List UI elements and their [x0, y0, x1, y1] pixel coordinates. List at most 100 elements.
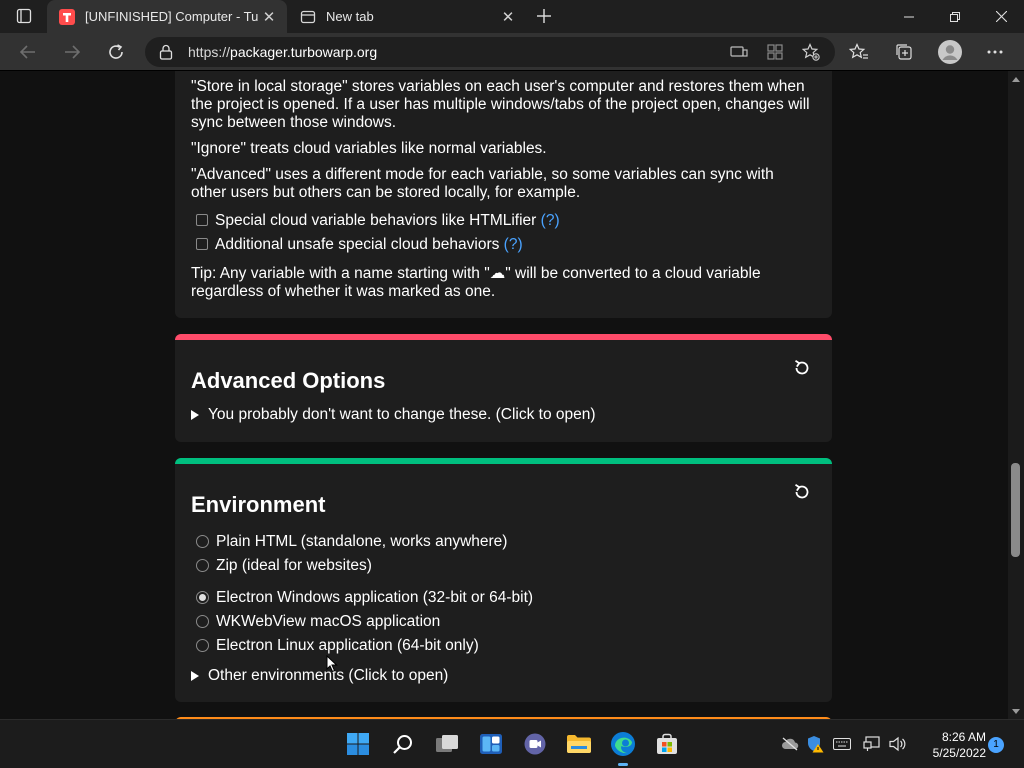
keyboard-icon[interactable] [832, 734, 852, 754]
radio-label-electron-linux[interactable]: Electron Linux application (64-bit only) [216, 637, 479, 655]
notification-badge[interactable]: 1 [988, 737, 1004, 753]
radio-label-zip[interactable]: Zip (ideal for websites) [216, 557, 372, 575]
help-link[interactable]: (?) [541, 212, 560, 229]
clock[interactable]: 8:26 AM 5/25/2022 [912, 729, 986, 761]
collections-button[interactable] [888, 37, 920, 67]
plus-icon [537, 9, 551, 23]
store-bag-icon [657, 733, 677, 754]
url-host: packager.turbowarp.org [230, 44, 378, 60]
section-accent-bar [175, 458, 832, 464]
more-dots-icon [987, 50, 1003, 54]
tab-title: New tab [326, 9, 374, 24]
settings-menu-button[interactable] [979, 37, 1011, 67]
url-text[interactable]: https://packager.turbowarp.org [188, 44, 377, 60]
advanced-options-section: Advanced Options You probably don't want… [175, 334, 832, 442]
profile-button[interactable] [934, 37, 966, 67]
radio-plain-html[interactable] [196, 535, 209, 548]
disclosure-summary: You probably don't want to change these.… [208, 406, 596, 423]
app-available-icon[interactable] [726, 40, 752, 64]
cloud-variables-section: "Store in local storage" stores variable… [175, 71, 832, 318]
advanced-description: "Advanced" uses a different mode for eac… [191, 166, 774, 201]
widgets-button[interactable] [475, 728, 507, 760]
unsafe-cloud-behaviors-label[interactable]: Additional unsafe special cloud behavior… [215, 236, 523, 254]
scroll-down-arrow-icon[interactable] [1012, 709, 1020, 714]
page-scrollbar[interactable] [1008, 71, 1024, 719]
restore-button[interactable] [932, 0, 978, 33]
scrollbar-thumb[interactable] [1011, 463, 1020, 557]
radio-label-electron-windows[interactable]: Electron Windows application (32-bit or … [216, 589, 533, 607]
new-tab-button[interactable] [530, 4, 558, 28]
radio-zip[interactable] [196, 559, 209, 572]
forward-button[interactable] [56, 37, 88, 67]
url-scheme: https:// [188, 44, 231, 60]
title-bar: [UNFINISHED] Computer - TurboWarp Packag… [0, 0, 1024, 33]
page-viewport: "Store in local storage" stores variable… [0, 71, 1008, 719]
advanced-options-disclosure[interactable]: You probably don't want to change these.… [191, 406, 596, 424]
clock-date: 5/25/2022 [932, 746, 986, 760]
refresh-icon [109, 44, 123, 59]
tab-new-tab[interactable]: New tab ✕ [288, 0, 526, 33]
task-view-icon [436, 735, 458, 752]
volume-icon[interactable] [888, 734, 908, 754]
local-storage-description: "Store in local storage" stores variable… [191, 78, 810, 131]
radio-label-plain-html[interactable]: Plain HTML (standalone, works anywhere) [216, 533, 507, 551]
windows-logo-icon [347, 733, 369, 755]
favorites-button[interactable] [843, 37, 875, 67]
environment-section: Environment Plain HTML (standalone, work… [175, 458, 832, 702]
browser-toolbar: https://packager.turbowarp.org [0, 33, 1024, 71]
cloud-tip: Tip: Any variable with a name starting w… [191, 265, 761, 300]
radio-electron-linux[interactable] [196, 639, 209, 652]
windows-taskbar: 8:26 AM 5/25/2022 1 [0, 719, 1024, 768]
help-link[interactable]: (?) [504, 236, 523, 253]
close-tab-icon[interactable]: ✕ [498, 7, 518, 27]
lock-icon[interactable] [159, 44, 173, 60]
section-title: Advanced Options [191, 368, 386, 393]
minimize-button[interactable] [886, 0, 932, 33]
task-view-button[interactable] [431, 728, 463, 760]
section-accent-bar [175, 334, 832, 340]
restore-icon [950, 11, 960, 22]
microsoft-store-button[interactable] [651, 728, 683, 760]
close-window-button[interactable] [978, 0, 1024, 33]
close-tab-icon[interactable]: ✕ [259, 7, 279, 27]
tab-title: [UNFINISHED] Computer - TurboWarp Packag… [85, 9, 259, 24]
other-environments-disclosure[interactable]: Other environments (Click to open) [191, 667, 448, 685]
clock-time: 8:26 AM [941, 730, 986, 744]
address-bar[interactable]: https://packager.turbowarp.org [145, 37, 835, 67]
forward-arrow-icon [65, 45, 81, 59]
file-explorer-button[interactable] [563, 728, 595, 760]
special-cloud-behaviors-checkbox[interactable] [196, 214, 208, 226]
tab-actions-icon [16, 8, 32, 24]
extensions-grid-icon[interactable] [762, 40, 788, 64]
search-button[interactable] [387, 728, 419, 760]
minimize-icon [904, 16, 914, 17]
start-button[interactable] [342, 728, 374, 760]
mouse-cursor-icon [326, 655, 338, 673]
reset-icon[interactable] [792, 482, 812, 502]
radio-label-wkwebview-macos[interactable]: WKWebView macOS application [216, 613, 440, 631]
network-icon[interactable] [862, 734, 882, 754]
tab-actions-button[interactable] [8, 4, 40, 28]
back-button[interactable] [12, 37, 44, 67]
reset-icon[interactable] [792, 358, 812, 378]
special-cloud-behaviors-label[interactable]: Special cloud variable behaviors like HT… [215, 212, 560, 230]
ignore-description: "Ignore" treats cloud variables like nor… [191, 140, 547, 157]
section-title: Environment [191, 492, 326, 517]
checkbox-label-text: Additional unsafe special cloud behavior… [215, 236, 500, 253]
scroll-up-arrow-icon[interactable] [1012, 77, 1020, 82]
unsafe-cloud-behaviors-checkbox[interactable] [196, 238, 208, 250]
back-arrow-icon [19, 45, 35, 59]
turbowarp-favicon-icon [59, 8, 75, 25]
security-alert-icon[interactable] [805, 734, 825, 754]
edge-browser-button[interactable] [607, 728, 639, 766]
avatar [938, 40, 962, 64]
onedrive-offline-icon[interactable] [780, 734, 800, 754]
refresh-button[interactable] [100, 37, 132, 67]
add-favorite-star-icon[interactable] [798, 40, 824, 64]
folder-icon [567, 735, 591, 753]
teams-chat-button[interactable] [519, 728, 551, 760]
radio-wkwebview-macos[interactable] [196, 615, 209, 628]
tab-turbowarp-packager[interactable]: [UNFINISHED] Computer - TurboWarp Packag… [47, 0, 287, 33]
disclosure-triangle-icon [191, 410, 199, 420]
radio-electron-windows[interactable] [196, 591, 209, 604]
